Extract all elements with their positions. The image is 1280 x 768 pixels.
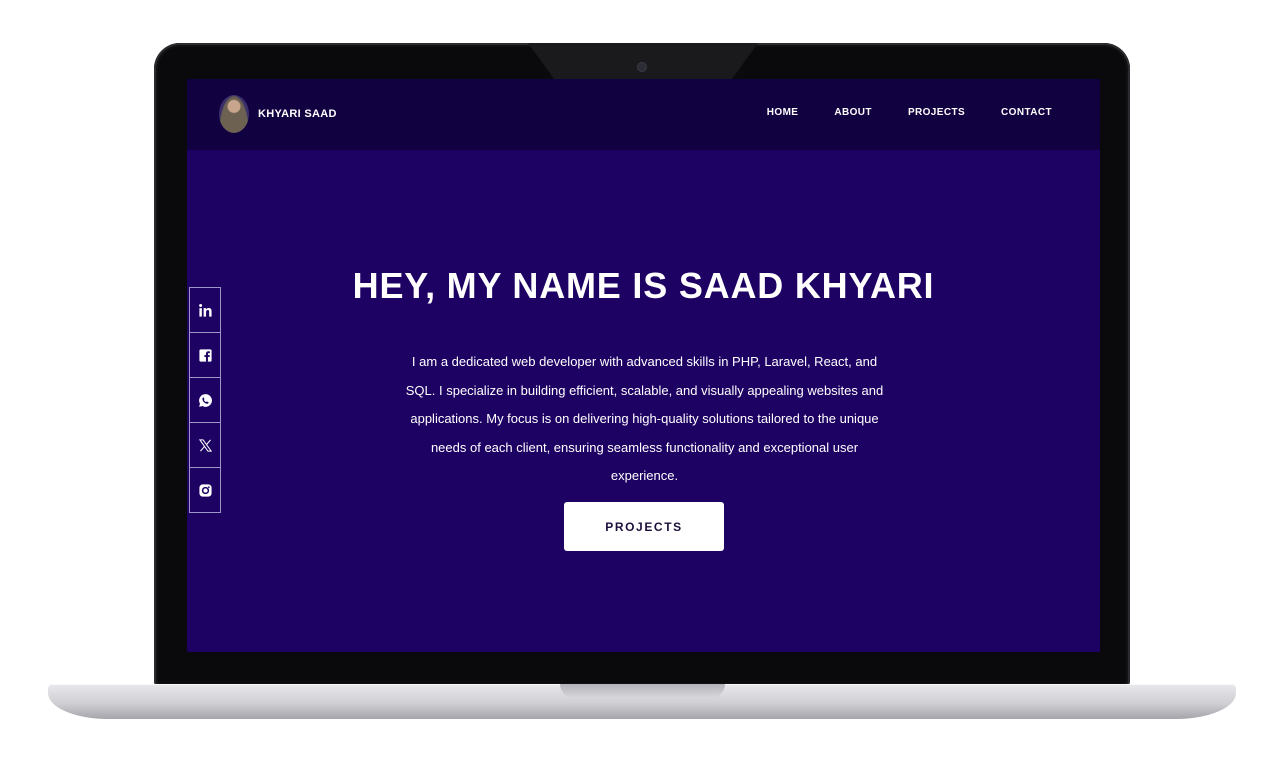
laptop-notch	[528, 43, 758, 81]
camera-icon	[638, 63, 646, 71]
hero-description: I am a dedicated web developer with adva…	[405, 354, 884, 483]
laptop-base-opening	[560, 684, 725, 698]
social-link-whatsapp[interactable]	[189, 378, 221, 423]
navbar: KHYARI SAAD HOME ABOUT PROJECTS CONTACT	[187, 79, 1100, 150]
social-link-x[interactable]	[189, 423, 221, 468]
brand[interactable]: KHYARI SAAD	[219, 94, 337, 134]
laptop-mockup: KHYARI SAAD HOME ABOUT PROJECTS CONTACT	[0, 0, 1280, 768]
hero-title: HEY, MY NAME IS SAAD KHYARI	[352, 265, 935, 306]
social-link-facebook[interactable]	[189, 333, 221, 378]
nav-link-projects[interactable]: PROJECTS	[908, 107, 965, 118]
projects-button[interactable]: PROJECTS	[564, 502, 724, 551]
nav-link-contact[interactable]: CONTACT	[1001, 107, 1052, 118]
nav-link-about[interactable]: ABOUT	[834, 107, 872, 118]
laptop-screen: KHYARI SAAD HOME ABOUT PROJECTS CONTACT	[187, 79, 1100, 652]
nav-link-home[interactable]: HOME	[767, 107, 799, 118]
social-link-instagram[interactable]	[189, 468, 221, 513]
avatar	[219, 95, 249, 133]
social-sidebar	[189, 287, 221, 513]
brand-name: KHYARI SAAD	[258, 108, 337, 120]
whatsapp-icon	[198, 393, 212, 407]
nav-links: HOME ABOUT PROJECTS CONTACT	[767, 107, 1052, 118]
instagram-icon	[198, 483, 212, 497]
x-twitter-icon	[198, 438, 212, 452]
facebook-icon	[198, 348, 212, 362]
